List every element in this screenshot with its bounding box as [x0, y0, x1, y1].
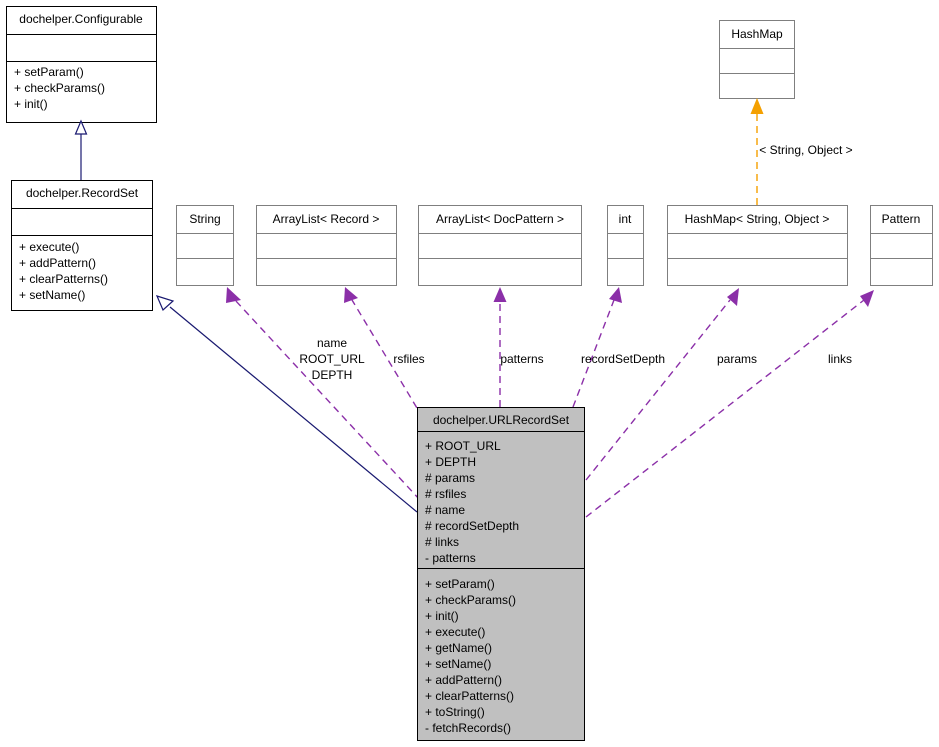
- member-urlrecordset-method-5: + setName(): [425, 657, 491, 671]
- class-title-pattern: Pattern: [882, 212, 921, 226]
- class-title-arraylist-docpattern: ArrayList< DocPattern >: [436, 212, 564, 226]
- member-configurable-method-0: + setParam(): [14, 65, 84, 79]
- member-recordset-method-2: + clearPatterns(): [19, 272, 108, 286]
- usage-edge-pattern: links: [585, 290, 874, 518]
- member-urlrecordset-method-4: + getName(): [425, 641, 492, 655]
- member-urlrecordset-attribute-4: # name: [425, 503, 465, 517]
- class-title-string: String: [189, 212, 220, 226]
- edge-label-record-set-depth: recordSetDepth: [581, 352, 665, 366]
- class-box-int[interactable]: int: [607, 205, 644, 286]
- member-urlrecordset-attribute-1: + DEPTH: [425, 455, 476, 469]
- class-title-recordset: dochelper.RecordSet: [26, 186, 139, 200]
- class-box-hashmap[interactable]: HashMap: [719, 20, 795, 99]
- member-urlrecordset-attribute-2: # params: [425, 471, 475, 485]
- class-title-int: int: [619, 212, 632, 226]
- class-box-hashmap-string-object[interactable]: HashMap< String, Object >: [667, 205, 848, 286]
- member-urlrecordset-method-2: + init(): [425, 609, 459, 623]
- class-box-arraylist-record[interactable]: ArrayList< Record >: [256, 205, 397, 286]
- edge-label-template-binding: < String, Object >: [759, 143, 852, 157]
- member-recordset-method-0: + execute(): [19, 240, 79, 254]
- inheritance-urlrecordset-recordset: [155, 295, 418, 513]
- class-box-recordset[interactable]: dochelper.RecordSet + execute() + addPat…: [11, 180, 153, 311]
- class-title-hashmap: HashMap: [731, 27, 783, 41]
- member-urlrecordset-method-1: + checkParams(): [425, 593, 516, 607]
- member-urlrecordset-method-9: - fetchRecords(): [425, 721, 511, 735]
- usage-edge-int: recordSetDepth: [572, 287, 665, 408]
- member-configurable-method-1: + checkParams(): [14, 81, 105, 95]
- class-title-arraylist-record: ArrayList< Record >: [273, 212, 380, 226]
- uml-class-diagram: dochelper.Configurable + setParam() + ch…: [6, 6, 933, 741]
- member-urlrecordset-method-3: + execute(): [425, 625, 485, 639]
- edge-label-patterns: patterns: [500, 352, 543, 366]
- member-urlrecordset-attribute-3: # rsfiles: [425, 487, 466, 501]
- member-urlrecordset-method-0: + setParam(): [425, 577, 495, 591]
- usage-edge-hashmap-string-object: params: [585, 288, 757, 481]
- edge-label-params: params: [717, 352, 757, 366]
- member-urlrecordset-attribute-0: + ROOT_URL: [425, 439, 501, 453]
- edge-label-string-3: DEPTH: [312, 368, 353, 382]
- template-binding-hashmap: < String, Object >: [750, 98, 853, 205]
- edge-label-rsfiles: rsfiles: [393, 352, 424, 366]
- member-urlrecordset-method-7: + clearPatterns(): [425, 689, 514, 703]
- member-urlrecordset-method-8: + toString(): [425, 705, 485, 719]
- edge-label-string-1: name: [317, 336, 347, 350]
- class-title-hashmap-string-object: HashMap< String, Object >: [685, 212, 830, 226]
- edge-label-string-2: ROOT_URL: [299, 352, 365, 366]
- class-box-arraylist-docpattern[interactable]: ArrayList< DocPattern >: [418, 205, 582, 286]
- class-box-string[interactable]: String: [176, 205, 234, 286]
- class-box-configurable[interactable]: dochelper.Configurable + setParam() + ch…: [6, 6, 157, 123]
- class-box-pattern[interactable]: Pattern: [870, 205, 933, 286]
- member-urlrecordset-method-6: + addPattern(): [425, 673, 502, 687]
- member-configurable-method-2: + init(): [14, 97, 48, 111]
- member-recordset-method-1: + addPattern(): [19, 256, 96, 270]
- class-title-configurable: dochelper.Configurable: [19, 12, 143, 26]
- member-recordset-method-3: + setName(): [19, 288, 85, 302]
- edge-label-links: links: [828, 352, 852, 366]
- class-title-urlrecordset: dochelper.URLRecordSet: [433, 413, 570, 427]
- member-urlrecordset-attribute-6: # links: [425, 535, 459, 549]
- usage-edge-arraylist-docpattern: patterns: [493, 287, 544, 407]
- member-urlrecordset-attribute-5: # recordSetDepth: [425, 519, 519, 533]
- member-urlrecordset-attribute-7: - patterns: [425, 551, 476, 565]
- usage-edge-string: name ROOT_URL DEPTH: [226, 287, 421, 501]
- class-box-urlrecordset[interactable]: dochelper.URLRecordSet + ROOT_URL + DEPT…: [417, 407, 585, 741]
- inheritance-recordset-configurable: [74, 119, 88, 180]
